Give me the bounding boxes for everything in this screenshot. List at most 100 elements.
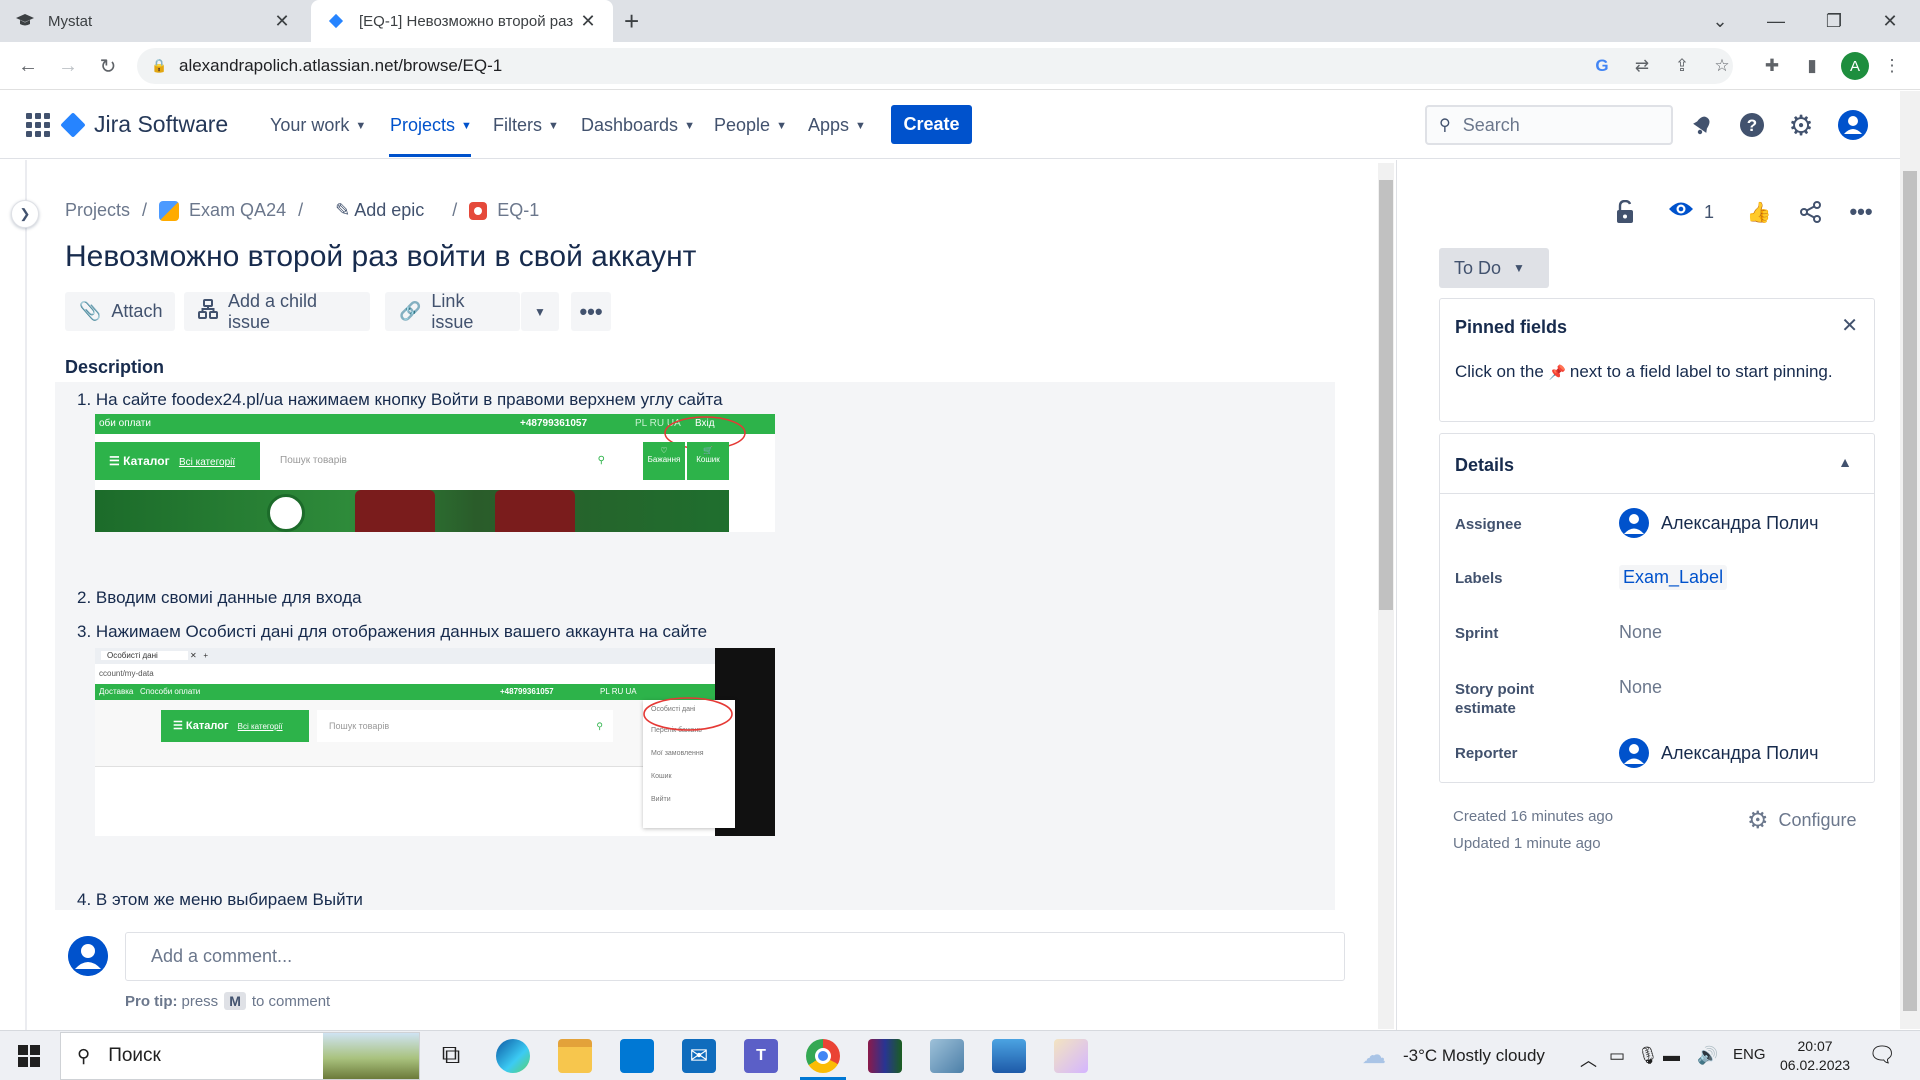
photos-icon[interactable]	[992, 1039, 1026, 1073]
sprint-value[interactable]: None	[1619, 622, 1662, 643]
updated-time: Updated 1 minute ago	[1453, 835, 1601, 852]
help-icon[interactable]: ?	[1737, 110, 1767, 140]
nav-projects[interactable]: Projects ▼	[390, 115, 472, 136]
winrar-icon[interactable]	[868, 1039, 902, 1073]
bookmark-star-icon[interactable]: ☆	[1711, 55, 1733, 77]
browser-tab-mystat[interactable]: Mystat ✕	[0, 0, 307, 42]
scrollbar-thumb[interactable]	[1903, 171, 1917, 1011]
windows-start-icon[interactable]	[18, 1045, 40, 1067]
main-scrollbar[interactable]	[1378, 163, 1394, 1029]
extensions-icon[interactable]: ✚	[1761, 55, 1783, 77]
settings-gear-icon[interactable]: ⚙	[1786, 110, 1816, 141]
battery-icon[interactable]: ▬	[1663, 1046, 1680, 1066]
language-indicator[interactable]: ENG	[1733, 1046, 1766, 1063]
link-issue-button[interactable]: 🔗 Link issue	[385, 291, 520, 332]
breadcrumb-separator: /	[142, 200, 148, 220]
notepad-icon[interactable]	[930, 1039, 964, 1073]
thumbs-up-icon[interactable]: 👍	[1744, 198, 1774, 226]
screenshot-account-menu[interactable]: Особисті дані ✕ + ccount/my-data Доставк…	[95, 648, 775, 836]
nav-filters[interactable]: Filters ▼	[493, 115, 559, 136]
comment-input[interactable]: Add a comment...	[125, 932, 1345, 981]
add-child-issue-button[interactable]: Add a child issue	[184, 291, 370, 332]
weather-text[interactable]: -3°C Mostly cloudy	[1403, 1046, 1545, 1066]
chevron-down-icon: ▼	[855, 119, 866, 132]
back-icon[interactable]: ←	[14, 52, 42, 80]
add-epic-link[interactable]: ✎ Add epic	[335, 200, 424, 221]
attach-button[interactable]: 📎 Attach	[65, 292, 175, 331]
configure-button[interactable]: ⚙ Configure	[1747, 806, 1857, 835]
share-icon[interactable]	[1796, 198, 1826, 226]
translate-icon[interactable]: ⇄	[1631, 55, 1653, 77]
assignee-value[interactable]: Александра Полич	[1619, 508, 1819, 538]
meet-now-icon[interactable]: ▭	[1609, 1046, 1625, 1066]
label-chip[interactable]: Exam_Label	[1619, 565, 1728, 590]
issue-title[interactable]: Невозможно второй раз войти в свой аккау…	[65, 240, 696, 274]
new-tab-icon[interactable]: +	[624, 6, 639, 37]
labels-value[interactable]: Exam_Label	[1619, 565, 1728, 590]
side-panel-icon[interactable]: ▮	[1801, 55, 1823, 77]
story-point-value[interactable]: None	[1619, 677, 1662, 698]
breadcrumb-issue-key[interactable]: EQ-1	[497, 200, 539, 221]
search-input[interactable]: ⚲ Search	[1425, 105, 1673, 145]
weather-icon[interactable]: ☁	[1362, 1041, 1386, 1070]
unlock-icon[interactable]	[1610, 198, 1640, 226]
page-scrollbar[interactable]	[1900, 91, 1920, 1029]
reporter-value[interactable]: Александра Полич	[1619, 738, 1819, 768]
details-header[interactable]: Details ▲	[1440, 434, 1874, 494]
restore-icon[interactable]: ❐	[1810, 0, 1858, 42]
store-icon[interactable]	[620, 1039, 654, 1073]
tab-search-icon[interactable]: ⌄	[1696, 0, 1744, 42]
reload-icon[interactable]: ↻	[94, 52, 122, 80]
taskbar-search[interactable]: ⚲ Поиск	[60, 1032, 420, 1080]
browser-tab-jira[interactable]: [EQ-1] Невозможно второй раз ✕	[311, 0, 613, 42]
close-window-icon[interactable]: ✕	[1866, 0, 1914, 42]
chrome-icon[interactable]	[806, 1039, 840, 1073]
site-wishlist: ♡ Бажання	[643, 442, 685, 480]
paint-icon[interactable]	[1054, 1039, 1088, 1073]
pinned-fields-hint: Click on the 📌 next to a field label to …	[1455, 362, 1833, 381]
close-tab-icon[interactable]: ✕	[273, 11, 291, 32]
more-icon[interactable]: •••	[1846, 198, 1876, 226]
breadcrumb-project[interactable]: Exam QA24	[189, 200, 286, 221]
breadcrumb: Projects / Exam QA24 / ✎ Add epic / EQ-1	[65, 200, 539, 221]
product-name: Jira Software	[94, 111, 229, 137]
more-actions-icon[interactable]: •••	[571, 292, 611, 331]
task-view-icon[interactable]: ⧉	[434, 1039, 468, 1073]
url-bar[interactable]: 🔒 alexandrapolich.atlassian.net/browse/E…	[137, 48, 1733, 84]
breadcrumb-projects[interactable]: Projects	[65, 200, 130, 221]
project-avatar-icon	[159, 200, 180, 221]
create-button[interactable]: Create	[891, 105, 972, 144]
expand-sidebar-button[interactable]: ❯	[11, 200, 39, 228]
teams-icon[interactable]: T	[744, 1039, 778, 1073]
user-avatar-icon[interactable]	[1838, 110, 1868, 140]
profile-avatar[interactable]: A	[1841, 52, 1869, 80]
close-icon[interactable]: ✕	[1841, 313, 1858, 338]
mail-icon[interactable]: ✉	[682, 1039, 716, 1073]
nav-dashboards[interactable]: Dashboards ▼	[581, 115, 695, 136]
google-icon[interactable]: G	[1591, 55, 1613, 77]
clock[interactable]: 20:07 06.02.2023	[1780, 1037, 1850, 1075]
watchers-button[interactable]: 1	[1668, 198, 1724, 226]
link-issue-dropdown[interactable]: ▼	[521, 292, 559, 331]
edge-icon[interactable]	[496, 1039, 530, 1073]
status-dropdown[interactable]: To Do ▼	[1439, 248, 1549, 288]
share-icon[interactable]: ⇪	[1671, 55, 1693, 77]
nav-your-work[interactable]: Your work ▼	[270, 115, 366, 136]
description-content[interactable]: 1. На сайте foodex24.pl/ua нажимаем кноп…	[55, 382, 1335, 910]
notifications-icon[interactable]: 🗨	[1868, 1042, 1896, 1068]
browser-menu-icon[interactable]: ⋮	[1881, 55, 1903, 77]
app-switcher-icon[interactable]	[26, 113, 50, 137]
screenshot-login[interactable]: оби оплати +48799361057 PL RU UA Вхід ☰ …	[95, 414, 775, 532]
nav-people[interactable]: People ▼	[714, 115, 787, 136]
nav-apps[interactable]: Apps ▼	[808, 115, 866, 136]
volume-icon[interactable]: 🔊	[1697, 1046, 1718, 1066]
scrollbar-thumb[interactable]	[1379, 180, 1393, 610]
microphone-icon[interactable]: 🎙	[1637, 1046, 1659, 1066]
notifications-icon[interactable]	[1687, 110, 1717, 140]
file-explorer-icon[interactable]	[558, 1039, 592, 1073]
chevron-up-icon[interactable]: ︿	[1580, 1046, 1597, 1071]
minimize-icon[interactable]: —	[1752, 0, 1800, 42]
forward-icon[interactable]: →	[54, 52, 82, 80]
jira-logo[interactable]: Jira Software	[60, 111, 229, 138]
close-tab-icon[interactable]: ✕	[579, 11, 597, 32]
